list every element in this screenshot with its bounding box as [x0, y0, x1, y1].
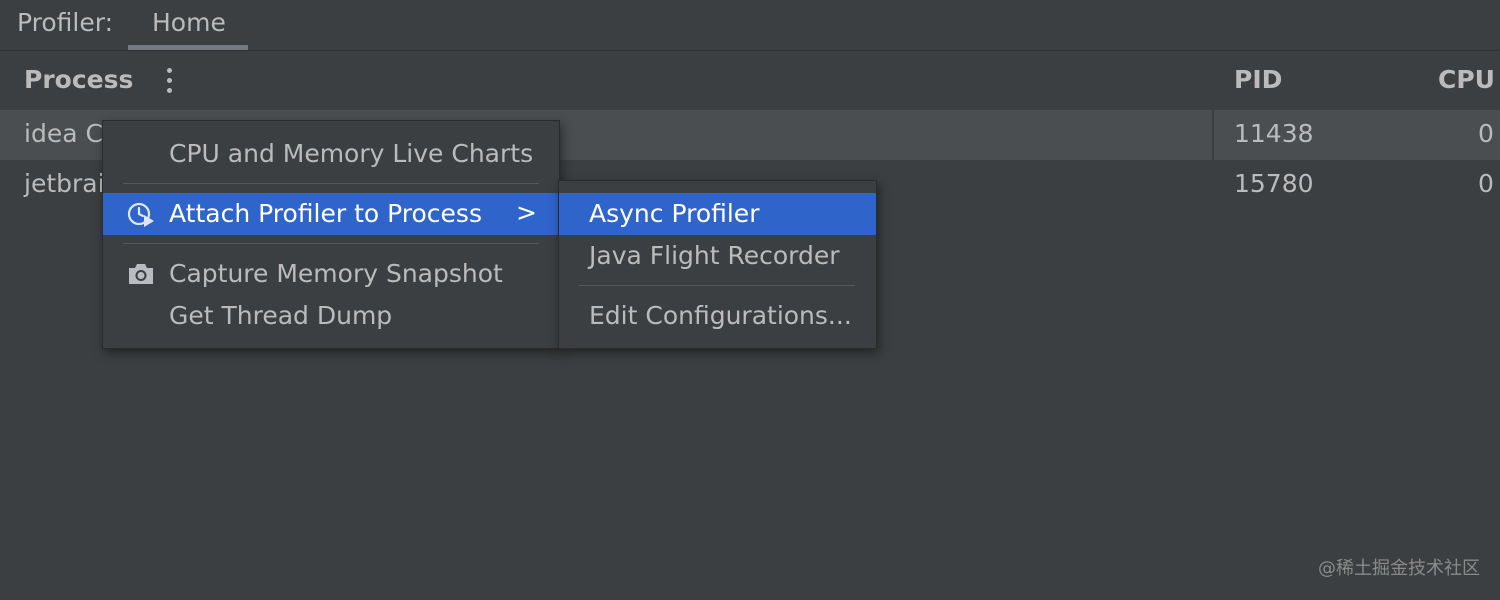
menu-item-label: Async Profiler: [589, 199, 760, 228]
camera-icon: [129, 264, 153, 284]
menu-item-thread-dump[interactable]: Get Thread Dump: [103, 295, 559, 337]
attach-profiler-submenu: Async Profiler Java Flight Recorder Edit…: [558, 180, 877, 349]
menu-item-live-charts[interactable]: CPU and Memory Live Charts: [103, 133, 559, 175]
profiler-tabbar: Profiler: Home: [0, 0, 1500, 51]
profiler-window: Profiler: Home Process PID CPU idea C 11…: [0, 0, 1500, 600]
process-name: idea C: [24, 119, 103, 148]
process-cpu: 0: [1478, 169, 1494, 198]
more-options-icon[interactable]: [160, 66, 180, 96]
submenu-item-async-profiler[interactable]: Async Profiler: [559, 193, 876, 235]
process-context-menu: CPU and Memory Live Charts Attach Profil…: [102, 120, 560, 349]
watermark: @稀土掘金技术社区: [1318, 558, 1480, 579]
tab-home-label: Home: [152, 8, 226, 37]
submenu-item-edit-configurations[interactable]: Edit Configurations...: [559, 295, 876, 337]
column-header-process[interactable]: Process: [24, 65, 133, 94]
column-divider: [1212, 110, 1214, 160]
profiler-clock-icon: [127, 202, 154, 227]
menu-item-label: Get Thread Dump: [169, 301, 393, 330]
menu-item-label: Java Flight Recorder: [589, 241, 840, 270]
chevron-right-icon: >: [516, 198, 537, 227]
process-pid: 11438: [1234, 119, 1314, 148]
menu-item-label: Capture Memory Snapshot: [169, 259, 503, 288]
tab-home[interactable]: Home: [128, 0, 248, 50]
process-name: jetbrai: [24, 169, 105, 198]
menu-item-capture-memory[interactable]: Capture Memory Snapshot: [103, 253, 559, 295]
tab-selected-indicator: [128, 45, 248, 50]
column-header-pid[interactable]: PID: [1234, 65, 1282, 94]
process-cpu: 0: [1478, 119, 1494, 148]
process-pid: 15780: [1234, 169, 1314, 198]
menu-item-attach-profiler[interactable]: Attach Profiler to Process >: [103, 193, 559, 235]
menu-item-label: Attach Profiler to Process: [169, 199, 482, 228]
submenu-item-java-flight-recorder[interactable]: Java Flight Recorder: [559, 235, 876, 277]
menu-separator: [123, 183, 539, 184]
menu-separator: [579, 285, 855, 286]
profiler-label: Profiler:: [17, 8, 113, 37]
column-header-cpu[interactable]: CPU: [1438, 65, 1495, 94]
table-header: Process PID CPU: [0, 51, 1500, 109]
menu-separator: [123, 243, 539, 244]
menu-item-label: CPU and Memory Live Charts: [169, 139, 534, 168]
menu-item-label: Edit Configurations...: [589, 301, 852, 330]
